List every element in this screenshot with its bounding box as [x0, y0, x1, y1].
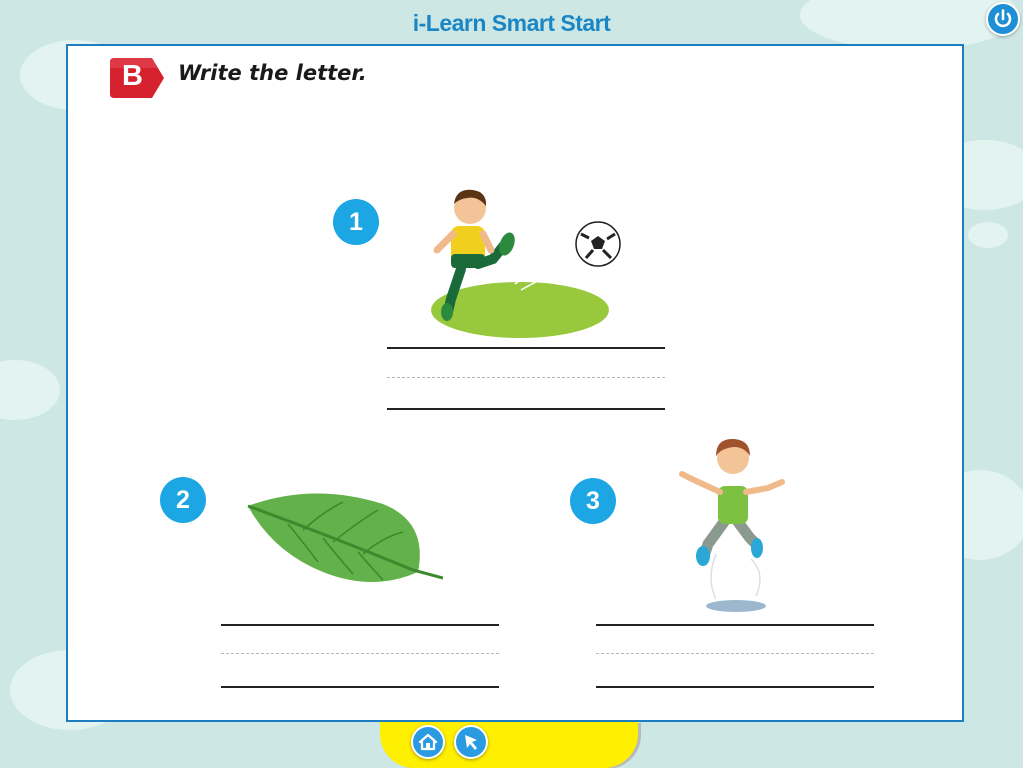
item-number-2: 2	[160, 477, 206, 523]
item-number-1: 1	[333, 199, 379, 245]
home-button[interactable]	[411, 725, 445, 759]
background-cloud	[968, 222, 1008, 248]
writing-line-dashed-3	[596, 653, 874, 654]
writing-line-bottom-1	[387, 408, 665, 410]
app-title: i-Learn Smart Start	[412, 10, 611, 36]
back-button[interactable]	[454, 725, 488, 759]
home-icon	[418, 733, 438, 751]
writing-line-dashed-2	[221, 653, 499, 654]
leaf-picture	[247, 493, 443, 582]
section-letter: B	[122, 60, 143, 92]
boy-jumping-picture	[679, 438, 785, 612]
power-icon	[994, 9, 1012, 28]
writing-line-top-2	[221, 624, 499, 626]
instruction-text: Write the letter.	[178, 61, 367, 85]
writing-line-top-3	[596, 624, 874, 626]
worksheet-page: B Write the letter. 1 2 3	[66, 44, 964, 722]
writing-line-bottom-3	[596, 686, 874, 688]
pointer-arrow-icon	[465, 735, 477, 750]
writing-line-dashed-1	[387, 377, 665, 378]
writing-line-top-1	[387, 347, 665, 349]
boy-kicking-ball-picture	[431, 189, 621, 338]
writing-line-bottom-2	[221, 686, 499, 688]
section-badge: B	[106, 56, 168, 106]
background-cloud	[0, 360, 60, 420]
power-button[interactable]	[986, 2, 1020, 36]
item-number-3: 3	[570, 478, 616, 524]
